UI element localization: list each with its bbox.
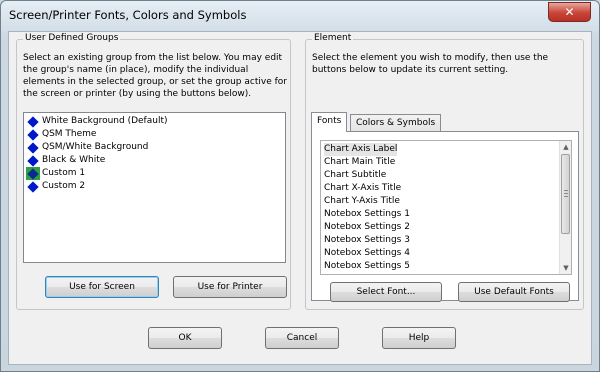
fonts-tab-panel: Chart Axis Label Chart Main Title Chart … [311, 131, 579, 302]
blue-diamond-icon [26, 115, 40, 128]
list-item[interactable]: Chart Axis Label [324, 143, 398, 156]
list-item[interactable]: Notebox Settings 2 [324, 221, 410, 234]
groups-panel-title: User Defined Groups [23, 33, 121, 43]
list-item[interactable]: Chart Subtitle [324, 169, 386, 182]
list-item[interactable]: Notebox Settings 4 [324, 247, 410, 260]
help-button[interactable]: Help [382, 327, 456, 349]
element-panel-title: Element [312, 33, 354, 43]
close-icon: ✕ [564, 5, 575, 19]
tab-colors-symbols[interactable]: Colors & Symbols [350, 114, 442, 132]
list-item[interactable]: Notebox Settings 5 [324, 260, 410, 273]
dialog-window: Screen/Printer Fonts, Colors and Symbols… [0, 0, 600, 372]
title-bar: Screen/Printer Fonts, Colors and Symbols… [1, 1, 599, 31]
blue-diamond-icon [26, 128, 40, 141]
blue-diamond-icon [26, 141, 40, 154]
window-title: Screen/Printer Fonts, Colors and Symbols [9, 8, 247, 22]
use-for-screen-button[interactable]: Use for Screen [45, 276, 159, 298]
elements-scrollbar[interactable]: ▲ ▼ [559, 141, 571, 274]
use-default-fonts-button[interactable]: Use Default Fonts [458, 282, 570, 302]
tab-fonts[interactable]: Fonts [311, 112, 348, 132]
blue-diamond-icon [26, 154, 40, 167]
list-item[interactable]: Chart Main Title [324, 156, 395, 169]
dialog-body: User Defined Groups Select an existing g… [8, 31, 592, 365]
ok-button[interactable]: OK [148, 327, 222, 349]
cancel-button[interactable]: Cancel [265, 327, 339, 349]
close-button[interactable]: ✕ [548, 2, 591, 22]
list-item[interactable]: Chart Y-Axis Title [324, 195, 400, 208]
scroll-thumb[interactable] [561, 154, 570, 234]
user-defined-groups-panel: User Defined Groups Select an existing g… [16, 33, 291, 310]
list-item[interactable]: Notebox Settings 3 [324, 234, 410, 247]
list-item[interactable]: Notebox Settings 1 [324, 208, 410, 221]
scroll-down-icon[interactable]: ▼ [560, 262, 572, 274]
use-for-printer-button[interactable]: Use for Printer [173, 276, 287, 298]
list-item[interactable]: Chart X-Axis Title [324, 182, 401, 195]
blue-diamond-icon [26, 180, 40, 193]
select-font-button[interactable]: Select Font... [330, 282, 442, 302]
groups-description: Select an existing group from the list b… [23, 53, 287, 99]
screen-printer-active-icon [26, 167, 40, 180]
scroll-up-icon[interactable]: ▲ [560, 141, 572, 153]
groups-list[interactable]: White Background (Default) QSM Theme QSM… [23, 112, 286, 263]
elements-list[interactable]: Chart Axis Label Chart Main Title Chart … [320, 140, 572, 275]
element-description: Select the element you wish to modify, t… [312, 53, 549, 75]
